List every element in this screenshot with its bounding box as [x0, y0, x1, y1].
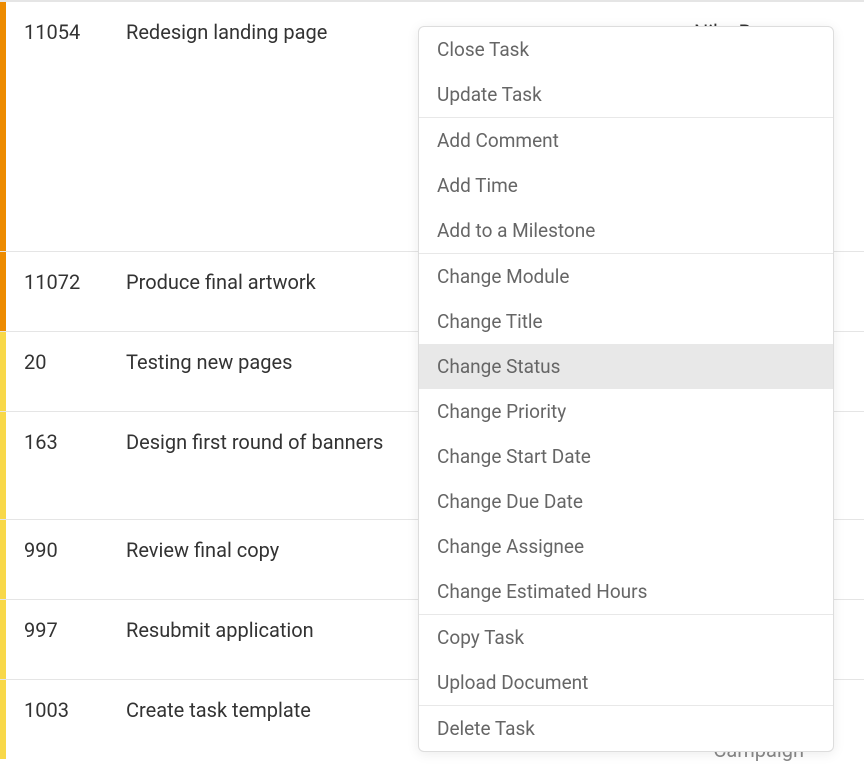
menu-item-change-due-date[interactable]: Change Due Date	[419, 479, 833, 524]
menu-item-add-time[interactable]: Add Time	[419, 163, 833, 208]
menu-item-change-start-date[interactable]: Change Start Date	[419, 434, 833, 479]
menu-group: Delete Task	[419, 706, 833, 751]
context-menu: Close Task Update Task Add Comment Add T…	[418, 26, 834, 752]
menu-item-change-assignee[interactable]: Change Assignee	[419, 524, 833, 569]
menu-item-update-task[interactable]: Update Task	[419, 72, 833, 117]
task-id: 997	[6, 600, 116, 679]
menu-item-upload-document[interactable]: Upload Document	[419, 660, 833, 705]
menu-item-change-title[interactable]: Change Title	[419, 299, 833, 344]
task-id: 11054	[6, 2, 116, 251]
menu-item-change-estimated-hours[interactable]: Change Estimated Hours	[419, 569, 833, 614]
menu-item-change-module[interactable]: Change Module	[419, 254, 833, 299]
task-id: 1003	[6, 680, 116, 759]
task-id: 163	[6, 412, 116, 519]
menu-group: Copy Task Upload Document	[419, 615, 833, 706]
menu-group: Add Comment Add Time Add to a Milestone	[419, 118, 833, 254]
menu-group: Close Task Update Task	[419, 27, 833, 118]
menu-item-delete-task[interactable]: Delete Task	[419, 706, 833, 751]
menu-item-copy-task[interactable]: Copy Task	[419, 615, 833, 660]
menu-group: Change Module Change Title Change Status…	[419, 254, 833, 615]
menu-item-close-task[interactable]: Close Task	[419, 27, 833, 72]
menu-item-add-milestone[interactable]: Add to a Milestone	[419, 208, 833, 253]
task-id: 11072	[6, 252, 116, 331]
menu-item-change-status[interactable]: Change Status	[419, 344, 833, 389]
task-id: 20	[6, 332, 116, 411]
task-id: 990	[6, 520, 116, 599]
menu-item-add-comment[interactable]: Add Comment	[419, 118, 833, 163]
menu-item-change-priority[interactable]: Change Priority	[419, 389, 833, 434]
